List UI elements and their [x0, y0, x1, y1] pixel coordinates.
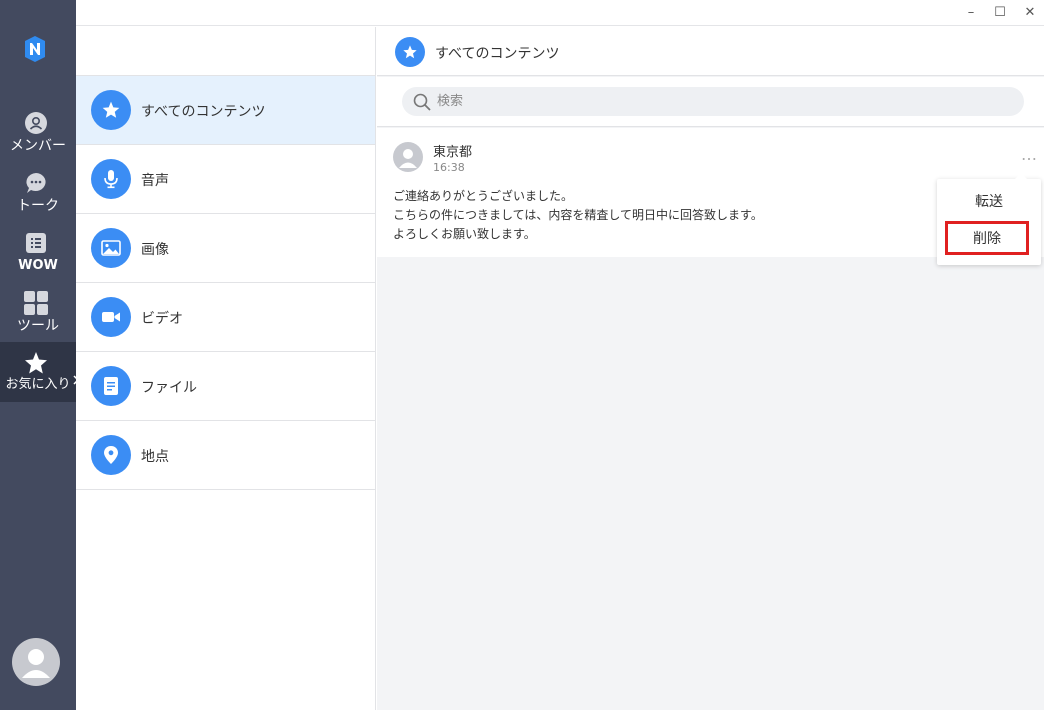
star-icon	[91, 90, 131, 130]
message-body: ご連絡ありがとうございました。 こちらの件につきましては、内容を精査して明日中に…	[393, 187, 763, 244]
image-icon	[91, 228, 131, 268]
tools-icon	[24, 291, 48, 315]
search-input[interactable]	[402, 87, 1024, 116]
nav-item-tools[interactable]: ツール	[0, 290, 76, 350]
content-title: すべてのコンテンツ	[435, 46, 560, 62]
navigation-rail: メンバー トーク WOW ツール お気に入り	[0, 0, 82, 710]
forward-menu-item[interactable]: 転送	[937, 187, 1041, 217]
message-sender: 東京都	[433, 145, 473, 160]
wow-icon	[25, 232, 47, 254]
category-label: 地点	[141, 449, 169, 465]
context-menu: 転送 削除	[937, 173, 1041, 265]
category-item-location[interactable]: 地点	[76, 421, 375, 490]
message-time: 16:38	[433, 161, 465, 174]
title-bar: – ☐ ✕	[76, 0, 1044, 26]
category-list: すべてのコンテンツ 音声 画像 ビデオ ファイル 地点	[76, 27, 376, 710]
star-icon	[395, 37, 425, 67]
delete-menu-item[interactable]: 削除	[945, 221, 1029, 255]
message-line: よろしくお願い致します。	[393, 227, 536, 241]
location-pin-icon	[91, 435, 131, 475]
user-avatar[interactable]	[12, 638, 60, 686]
nav-label: トーク	[17, 198, 59, 214]
category-item-all[interactable]: すべてのコンテンツ	[76, 76, 375, 145]
maximize-button[interactable]: ☐	[991, 4, 1009, 22]
close-button[interactable]: ✕	[1021, 4, 1039, 22]
nav-item-favorites[interactable]: お気に入り	[0, 342, 82, 402]
category-label: 音声	[141, 173, 169, 189]
category-label: 画像	[141, 242, 169, 258]
category-label: ファイル	[141, 380, 197, 396]
talk-icon	[25, 172, 47, 194]
star-icon	[24, 351, 48, 375]
nav-item-talk[interactable]: トーク	[0, 170, 76, 230]
video-icon	[91, 297, 131, 337]
message-line: ご連絡ありがとうございました。	[393, 189, 574, 203]
nav-item-members[interactable]: メンバー	[0, 110, 76, 170]
category-item-file[interactable]: ファイル	[76, 352, 375, 421]
category-label: すべてのコンテンツ	[141, 104, 266, 120]
nav-label: メンバー	[10, 138, 66, 154]
nav-label: ツール	[17, 318, 59, 334]
content-header: すべてのコンテンツ	[377, 27, 1044, 76]
category-header	[76, 27, 375, 76]
member-icon	[25, 112, 47, 134]
minimize-button[interactable]: –	[962, 4, 980, 22]
category-label: ビデオ	[141, 311, 183, 327]
search-icon	[413, 93, 431, 115]
content-panel: すべてのコンテンツ 東京都 16:38 ご連絡ありがとうございました。 こちらの…	[377, 27, 1044, 710]
microphone-icon	[91, 159, 131, 199]
more-options-icon[interactable]: …	[1021, 147, 1038, 163]
file-icon	[91, 366, 131, 406]
nav-label: お気に入り	[5, 377, 71, 392]
sender-avatar	[393, 142, 423, 172]
nav-item-wow[interactable]: WOW	[0, 230, 76, 290]
category-item-video[interactable]: ビデオ	[76, 283, 375, 352]
category-item-image[interactable]: 画像	[76, 214, 375, 283]
search-bar	[377, 77, 1044, 127]
message-line: こちらの件につきましては、内容を精査して明日中に回答致します。	[393, 208, 763, 222]
app-logo-icon	[21, 35, 49, 63]
nav-label: WOW	[18, 258, 58, 273]
category-item-audio[interactable]: 音声	[76, 145, 375, 214]
